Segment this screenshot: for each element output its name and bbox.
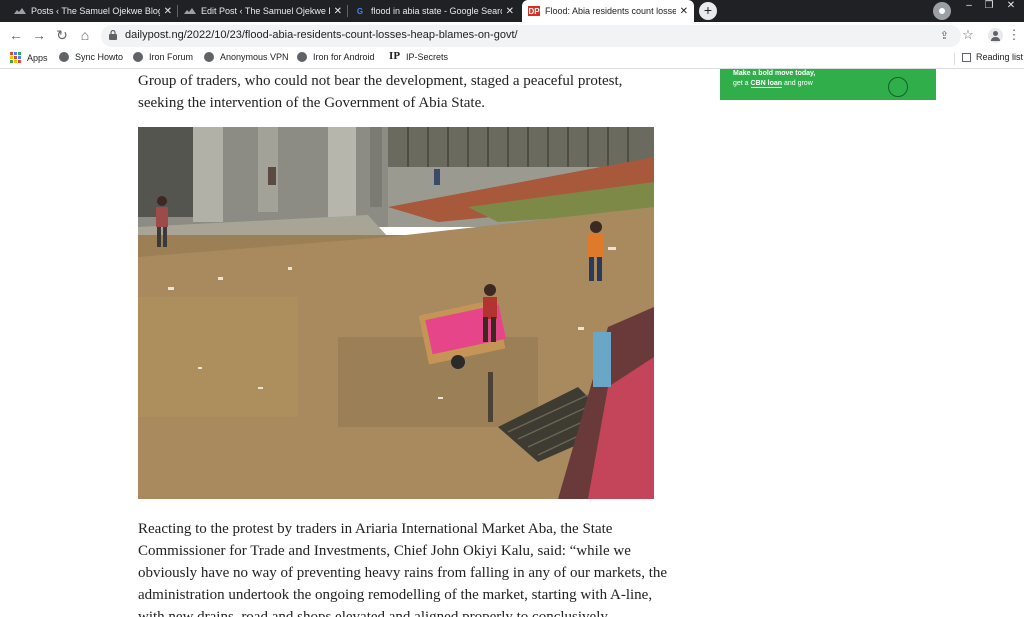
article-paragraph: Reacting to the protest by traders in Ar…	[138, 521, 668, 617]
tab-edit-post[interactable]: Edit Post ‹ The Samuel Ojekwe Blog ✕	[178, 0, 348, 22]
bookmark-sync-howto[interactable]: Sync Howto	[59, 52, 123, 62]
tab-title: Flood: Abia residents count losses, heap…	[545, 6, 676, 16]
address-bar[interactable]: dailypost.ng/2022/10/23/flood-abia-resid…	[101, 25, 961, 47]
tab-strip: Posts ‹ The Samuel Ojekwe Blog — WordPre…	[0, 0, 1024, 22]
close-icon[interactable]: ✕	[164, 6, 172, 17]
bookmark-star-icon[interactable]: ☆	[960, 27, 976, 43]
bookmark-ip-secrets[interactable]: IP IP-Secrets	[389, 52, 448, 62]
globe-icon	[133, 52, 143, 62]
globe-icon	[59, 52, 69, 62]
ip-icon: IP	[389, 52, 400, 62]
tab-title: Posts ‹ The Samuel Ojekwe Blog — WordPre…	[31, 6, 160, 16]
advertisement-banner[interactable]: Make a bold move today, get a CBN loan a…	[720, 69, 936, 100]
browser-toolbar: ← → ↻ ⌂ dailypost.ng/2022/10/23/flood-ab…	[0, 22, 1024, 50]
bookmark-iron-forum[interactable]: Iron Forum	[133, 52, 193, 62]
tab-title: flood in abia state - Google Search	[371, 6, 502, 16]
bookmarks-divider	[954, 53, 955, 65]
back-button[interactable]: ←	[8, 27, 24, 43]
bookmark-label: Apps	[27, 52, 48, 63]
home-button[interactable]: ⌂	[77, 27, 93, 43]
article-paragraph: Group of traders, who could not bear the…	[138, 73, 623, 111]
wordpress-icon	[14, 6, 26, 16]
google-icon: G	[356, 6, 364, 16]
menu-icon[interactable]: ⋮	[1006, 27, 1022, 43]
bookmarks-bar: Apps Sync Howto Iron Forum Anonymous VPN…	[0, 50, 1024, 69]
new-tab-button[interactable]: +	[699, 2, 717, 20]
tab-dailypost[interactable]: DP Flood: Abia residents count losses, h…	[522, 0, 694, 22]
maximize-button[interactable]: ❐	[980, 0, 998, 22]
minimize-button[interactable]: –	[960, 0, 978, 22]
page-content: Group of traders, who could not bear the…	[0, 69, 1024, 617]
ad-headline: Make a bold move today,	[733, 70, 816, 77]
profile-avatar-icon[interactable]	[988, 28, 1003, 43]
globe-icon	[297, 52, 307, 62]
tab-google-search[interactable]: G flood in abia state - Google Search ✕	[348, 0, 520, 22]
close-icon[interactable]: ✕	[334, 6, 342, 17]
dailypost-icon: DP	[528, 6, 540, 16]
ad-text: get a CBN loan and grow	[733, 80, 813, 88]
reading-list-button[interactable]: Reading list	[962, 52, 1023, 62]
globe-icon	[204, 52, 214, 62]
ad-text-suffix: and grow	[782, 80, 813, 87]
bookmark-label: Sync Howto	[75, 52, 124, 62]
bookmark-label: Iron for Android	[313, 52, 375, 62]
reading-list-label: Reading list	[976, 52, 1024, 62]
tab-posts[interactable]: Posts ‹ The Samuel Ojekwe Blog — WordPre…	[8, 0, 178, 22]
reload-button[interactable]: ↻	[54, 27, 70, 43]
url-text[interactable]: dailypost.ng/2022/10/23/flood-abia-resid…	[125, 29, 518, 41]
bookmark-label: Anonymous VPN	[220, 52, 289, 62]
close-window-button[interactable]: ✕	[1002, 0, 1020, 22]
forward-button[interactable]: →	[31, 27, 47, 43]
tab-title: Edit Post ‹ The Samuel Ojekwe Blog	[201, 6, 330, 16]
lock-icon[interactable]	[109, 29, 117, 43]
ad-link[interactable]: CBN loan	[750, 80, 783, 88]
apps-grid-icon	[10, 52, 21, 63]
wordpress-icon	[184, 6, 196, 16]
article-image	[138, 127, 654, 499]
close-icon[interactable]: ✕	[506, 6, 514, 17]
bookmark-anonymous-vpn[interactable]: Anonymous VPN	[204, 52, 289, 62]
reading-list-icon	[962, 52, 971, 62]
bookmark-label: IP-Secrets	[405, 52, 448, 62]
cbn-logo-icon	[888, 77, 908, 97]
share-icon[interactable]: ⇪	[940, 29, 949, 42]
bookmark-iron-for-android[interactable]: Iron for Android	[297, 52, 375, 62]
close-icon[interactable]: ✕	[680, 6, 688, 17]
ad-text-prefix: get a	[733, 80, 751, 87]
bookmark-label: Iron Forum	[149, 52, 194, 62]
profile-icon[interactable]	[933, 2, 951, 20]
bookmark-apps[interactable]: Apps	[10, 52, 48, 63]
